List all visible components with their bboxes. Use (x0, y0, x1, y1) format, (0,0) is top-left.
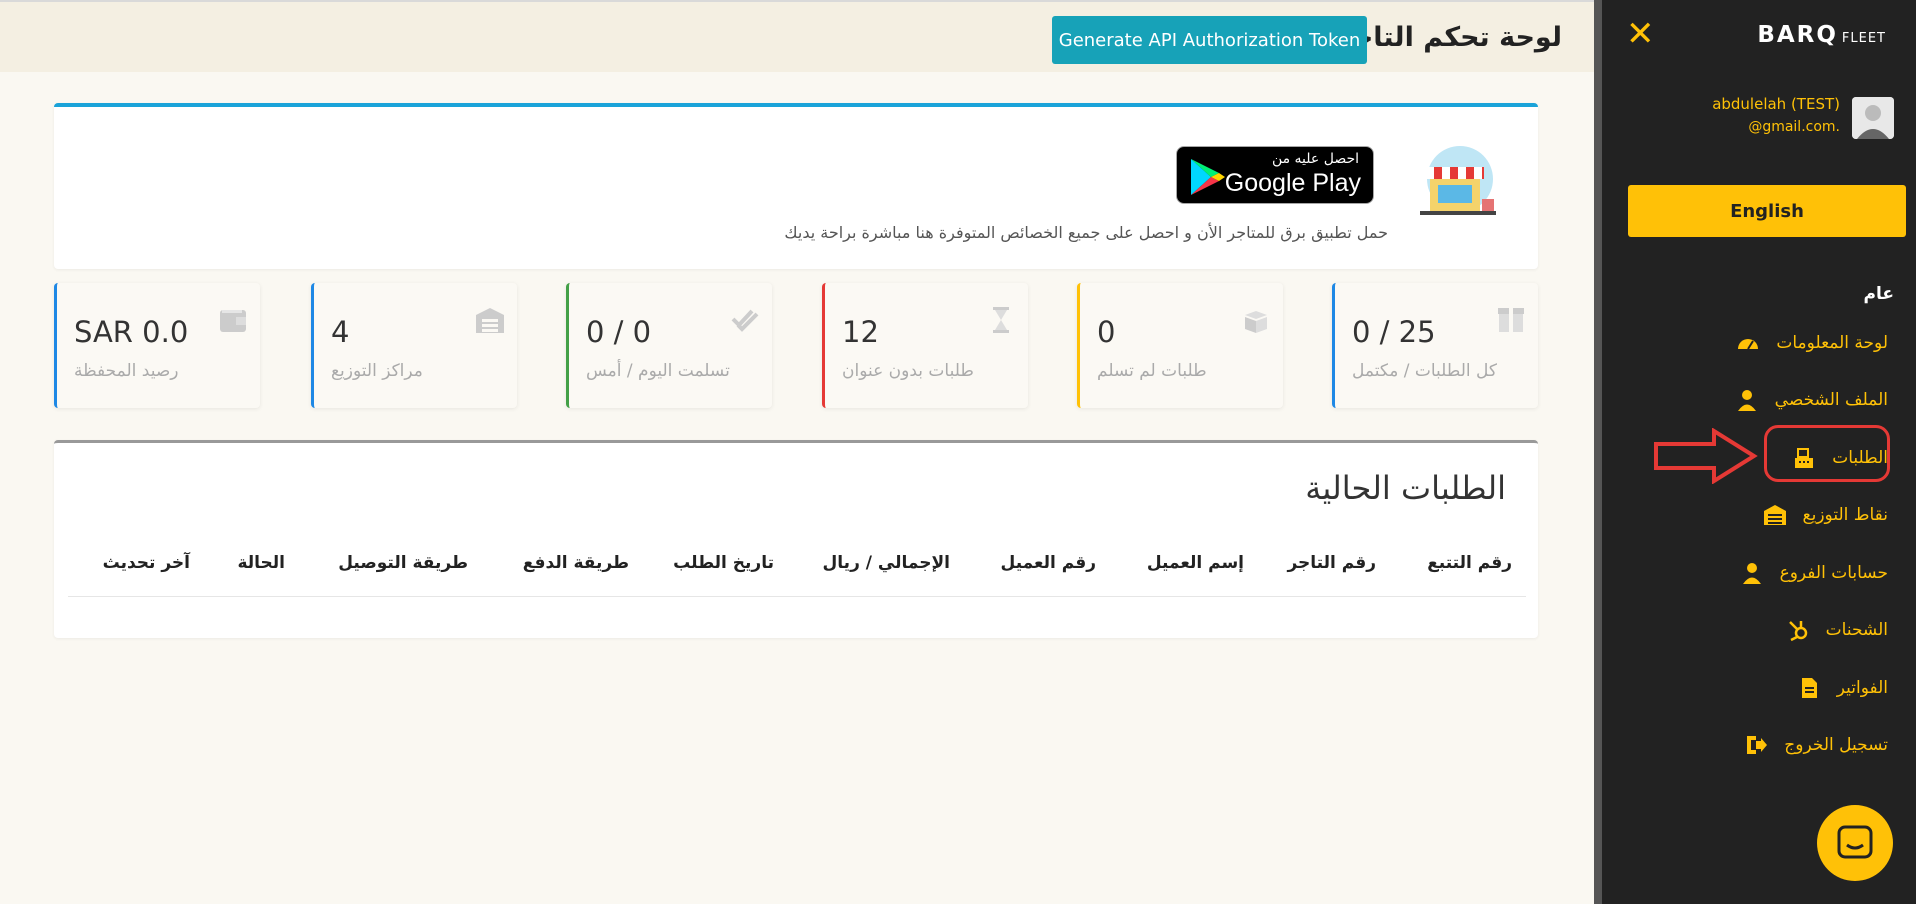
dashboard-icon (1738, 339, 1759, 350)
user-name: abdulelah (TEST) (1712, 95, 1840, 113)
generate-api-token-button[interactable]: Generate API Authorization Token (1052, 16, 1367, 64)
user-avatar-icon (1852, 97, 1894, 139)
sidebar-item-label: الفواتير (1836, 678, 1888, 698)
logo: BARQ FLEET (1757, 22, 1886, 48)
stat-card-all-orders: 0 / 25 كل الطلبات / مكتمل (1332, 283, 1538, 408)
chat-button[interactable] (1817, 805, 1893, 881)
stat-label: كل الطلبات / مكتمل (1352, 361, 1498, 381)
current-orders-panel: الطلبات الحالية رقم التتبع رقم التاجر إس… (54, 440, 1538, 638)
sidebar-item-label: نقاط التوزيع (1802, 505, 1888, 525)
stat-value: 12 (842, 315, 879, 349)
language-button[interactable]: English (1628, 185, 1906, 237)
column-header-delivery-method[interactable]: طريقة التوصيل (338, 553, 468, 573)
column-header-tracking[interactable]: رقم التتبع (1427, 553, 1512, 573)
sidebar-item-label: الشحنات (1825, 620, 1888, 640)
user-email: @gmail.com. (1748, 119, 1840, 135)
column-header-status[interactable]: الحالة (237, 553, 285, 573)
section-heading: عام (1863, 284, 1894, 304)
app-promo-banner: احصل عليه من Google Play حمل تطبيق برق ل… (54, 103, 1538, 269)
stat-label: رصيد المحفظة (74, 361, 179, 381)
sidebar-item-label: لوحة المعلومات (1776, 333, 1888, 353)
column-header-total[interactable]: الإجمالي / ريال (823, 553, 950, 573)
user-icon (1742, 563, 1761, 584)
stat-value: 0 / 0 (586, 315, 652, 349)
column-header-customer-number[interactable]: رقم العميل (1001, 553, 1096, 573)
sidebar-item-branch-accounts[interactable]: حسابات الفروع (1740, 556, 1888, 590)
stat-card-wallet: SAR 0.0 رصيد المحفظة (54, 283, 260, 408)
close-icon[interactable]: ✕ (1626, 14, 1655, 54)
hubspot-icon (1788, 621, 1807, 642)
stat-label: تسلمت اليوم / أمس (586, 361, 730, 381)
stat-value: SAR 0.0 (74, 315, 189, 349)
annotation-arrow-icon (1654, 428, 1758, 484)
sidebar-item-profile[interactable]: الملف الشخصي (1735, 383, 1888, 417)
chat-icon (1837, 825, 1873, 859)
annotation-highlight (1764, 425, 1890, 482)
banner-text: حمل تطبيق برق للمتاجر الأن و احصل على جم… (784, 223, 1388, 242)
logo-text: BARQ (1757, 22, 1838, 48)
sidebar-item-invoices[interactable]: الفواتير (1797, 671, 1888, 705)
double-check-icon (731, 309, 759, 332)
store-illustration-icon (1420, 146, 1496, 215)
google-play-badge[interactable]: احصل عليه من Google Play (1176, 146, 1374, 204)
avatar[interactable] (1852, 97, 1894, 139)
main-content: لوحة تحكم التاجر Generate API Authorizat… (0, 0, 1594, 904)
logo-subtext: FLEET (1841, 31, 1886, 46)
column-header-last-update[interactable]: آخر تحديث (103, 553, 190, 573)
open-box-icon (1245, 311, 1267, 333)
stat-card-no-address: 12 طلبات بدون عنوان (822, 283, 1028, 408)
wallet-icon (220, 310, 246, 332)
invoice-icon (1801, 678, 1817, 698)
current-orders-title: الطلبات الحالية (1305, 469, 1506, 507)
top-bar: لوحة تحكم التاجر Generate API Authorizat… (0, 0, 1594, 72)
warehouse-icon (1763, 505, 1786, 525)
sidebar-item-logout[interactable]: تسجيل الخروج (1744, 728, 1888, 762)
stat-label: طلبات لم تسلم (1097, 361, 1207, 381)
stat-label: طلبات بدون عنوان (842, 361, 974, 381)
stat-value: 0 / 25 (1352, 315, 1436, 349)
column-header-order-date[interactable]: تاريخ الطلب (673, 553, 774, 573)
box-icon (1498, 308, 1524, 332)
google-play-small-text: احصل عليه من (1271, 151, 1359, 167)
sidebar-item-dashboard[interactable]: لوحة المعلومات (1736, 326, 1888, 360)
stat-value: 0 (1097, 315, 1116, 349)
user-icon (1737, 390, 1756, 411)
stat-label: مراكز التوزيع (331, 361, 423, 381)
column-header-payment-method[interactable]: طريقة الدفع (523, 553, 629, 573)
column-header-customer-name[interactable]: إسم العميل (1147, 553, 1244, 573)
page-title: لوحة تحكم التاجر (1337, 22, 1562, 53)
column-header-merchant[interactable]: رقم التاجر (1287, 553, 1376, 573)
stat-value: 4 (331, 315, 350, 349)
google-play-text: Google Play (1224, 169, 1361, 197)
sidebar-item-label: تسجيل الخروج (1784, 735, 1888, 755)
stat-card-distribution-centers: 4 مراكز التوزيع (311, 283, 517, 408)
hourglass-icon (993, 307, 1009, 333)
stat-card-delivered-today: 0 / 0 تسلمت اليوم / أمس (566, 283, 772, 408)
warehouse-icon (476, 308, 504, 333)
sidebar-item-shipments[interactable]: الشحنات (1786, 613, 1888, 647)
sidebar-item-label: الملف الشخصي (1774, 390, 1888, 410)
orders-table-header: رقم التتبع رقم التاجر إسم العميل رقم الع… (68, 553, 1526, 597)
stat-card-undelivered: 0 طلبات لم تسلم (1077, 283, 1283, 408)
google-play-icon (1191, 159, 1225, 195)
sidebar-item-distribution-points[interactable]: نقاط التوزيع (1763, 498, 1888, 532)
sidebar-item-label: حسابات الفروع (1779, 563, 1888, 583)
logout-icon (1747, 736, 1768, 754)
